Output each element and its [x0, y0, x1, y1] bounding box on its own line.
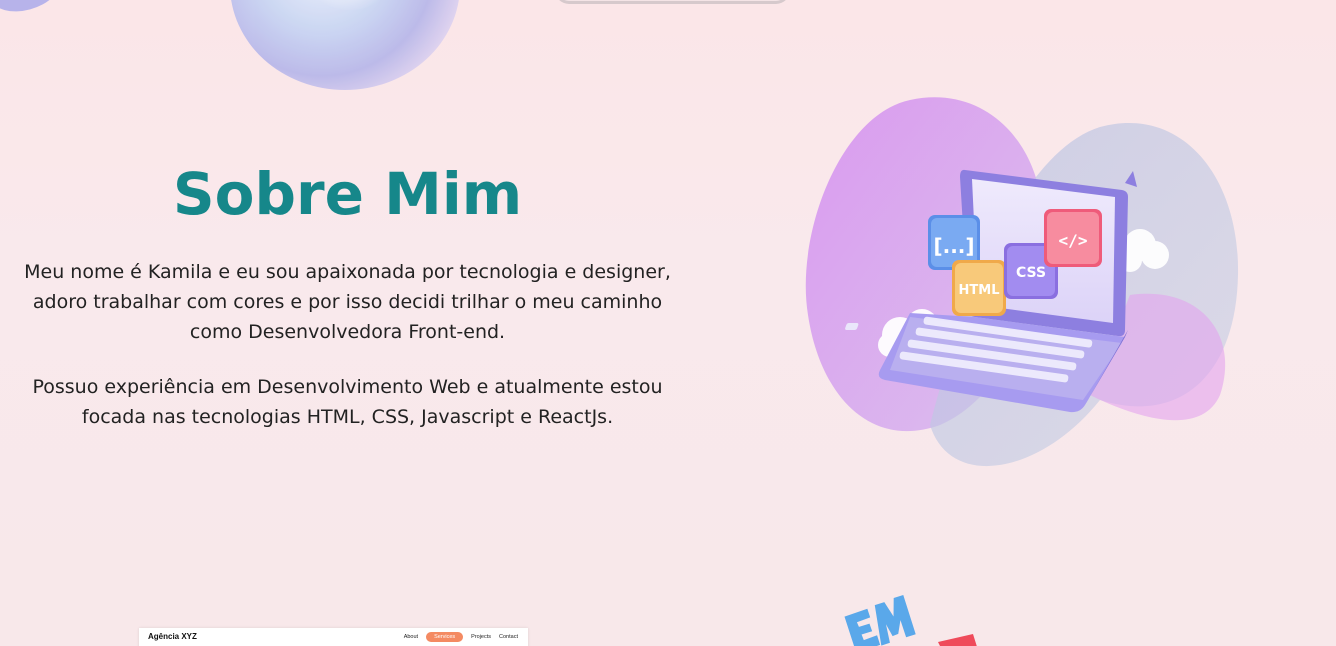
project-brand: Agência XYZ [148, 632, 197, 641]
decorative-shape [0, 0, 64, 19]
about-paragraph-2: Possuo experiência em Desenvolvimento We… [32, 376, 663, 428]
decorative-3d-blob [230, 0, 460, 90]
project-nav-projects: Projects [471, 634, 492, 640]
project-nav: About Services Projects Contact [404, 632, 518, 642]
project-nav-contact: Contact [499, 634, 518, 640]
svg-text:HTML: HTML [959, 283, 1000, 298]
svg-text:CSS: CSS [1016, 265, 1046, 281]
red-shape [938, 634, 977, 646]
html-badge: HTML [952, 260, 1006, 316]
laptop-code-illustration: [...] HTML CSS </> [805, 97, 1239, 467]
em-letters-art [844, 594, 916, 646]
svg-text:</>: </> [1059, 231, 1088, 250]
project-preview-thumbnail[interactable]: Agência XYZ About Services Projects Cont… [139, 628, 528, 646]
about-section: Sobre Mim Meu nome é Kamila e eu sou apa… [20, 155, 675, 457]
project-nav-about: About [403, 634, 419, 640]
em-breve-artwork [844, 594, 977, 646]
about-paragraph-1: Meu nome é Kamila e eu sou apaixonada po… [24, 261, 671, 343]
svg-text:[...]: [...] [933, 234, 974, 258]
about-title: Sobre Mim [172, 160, 523, 228]
decorative-pill [555, 0, 790, 4]
code-badge: </> [1044, 209, 1102, 267]
project-nav-services: Services [426, 632, 464, 642]
